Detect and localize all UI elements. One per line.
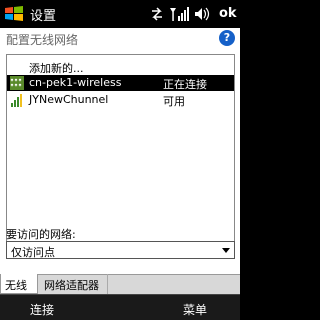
network-status: 可用 <box>163 95 185 108</box>
volume-icon[interactable] <box>195 7 210 21</box>
status-icons <box>152 7 210 21</box>
tab-network-adapters[interactable]: 网络适配器 <box>40 274 108 294</box>
network-list[interactable]: 添加新的... cn-pek1-wireless 正在连接 JYNewChunn… <box>6 54 235 246</box>
window-title: 设置 <box>30 9 57 24</box>
help-icon[interactable]: ? <box>219 30 235 46</box>
windows-start-icon[interactable] <box>3 3 25 25</box>
network-status: 正在连接 <box>163 78 207 91</box>
tab-wireless[interactable]: 无线 <box>0 274 38 294</box>
network-item-selected[interactable]: cn-pek1-wireless 正在连接 <box>7 75 234 91</box>
add-new-label: 添加新的... <box>29 62 84 75</box>
connectivity-arrows-icon[interactable] <box>152 7 162 21</box>
network-signal-icon <box>10 76 24 90</box>
page-title: 配置无线网络 <box>6 33 79 47</box>
access-network-dropdown[interactable]: 仅访问点 <box>6 241 235 259</box>
connect-softkey[interactable]: 连接 <box>30 301 54 318</box>
settings-content: 配置无线网络 ? 添加新的... cn-pek1-wireless 正在连接 J… <box>0 28 240 274</box>
access-network-value: 仅访问点 <box>11 246 55 259</box>
title-bar: 设置 ok <box>0 0 240 28</box>
network-name: JYNewChunnel <box>29 93 109 106</box>
access-network-label: 要访问的网络: <box>6 228 76 241</box>
ok-button[interactable]: ok <box>219 6 237 21</box>
signal-strength-icon[interactable] <box>170 7 189 21</box>
chevron-down-icon <box>222 248 230 253</box>
softkey-bar: 连接 菜单 <box>0 294 240 320</box>
network-item[interactable]: JYNewChunnel 可用 <box>7 92 234 108</box>
add-new-network-item[interactable]: 添加新的... <box>7 59 234 75</box>
network-signal-icon <box>11 94 22 107</box>
menu-softkey[interactable]: 菜单 <box>183 301 207 318</box>
page-header: 配置无线网络 ? <box>0 28 240 48</box>
network-name: cn-pek1-wireless <box>29 76 122 89</box>
tab-bar: 无线 网络适配器 <box>0 274 240 294</box>
